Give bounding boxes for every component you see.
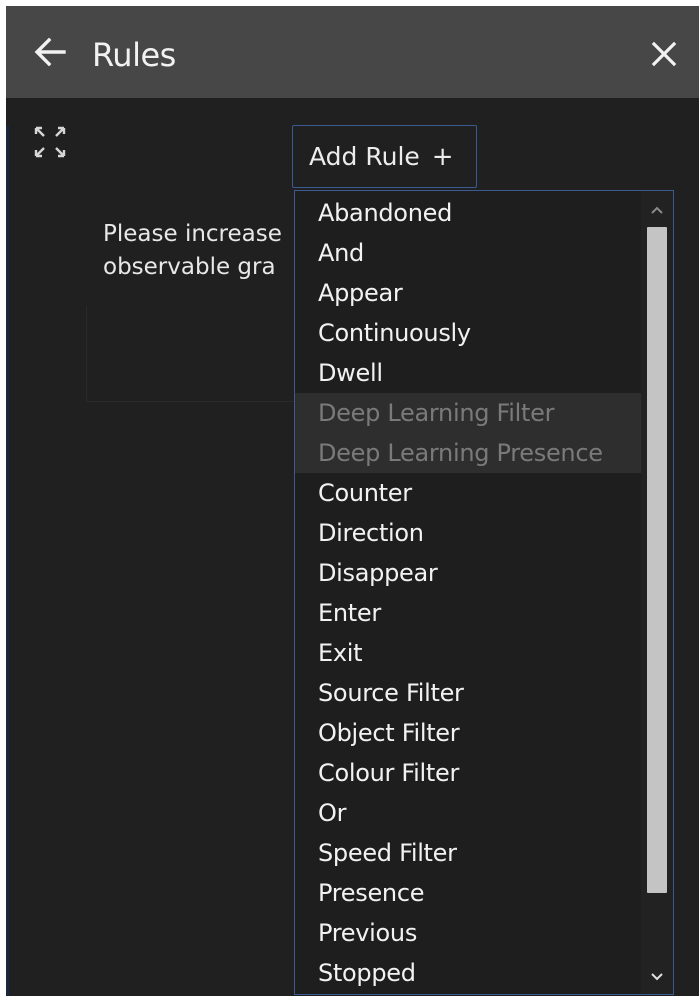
rule-option[interactable]: Abandoned: [295, 193, 641, 233]
arrow-left-icon: [34, 37, 66, 67]
panel-left-edge: [6, 126, 9, 996]
add-rule-button[interactable]: Add Rule +: [292, 125, 477, 188]
rule-option: Deep Learning Filter: [295, 393, 641, 433]
back-button[interactable]: [30, 32, 70, 72]
rule-option[interactable]: Counter: [295, 473, 641, 513]
rule-option[interactable]: Exit: [295, 633, 641, 673]
rule-option[interactable]: Object Filter: [295, 713, 641, 753]
info-message: Please increase observable gra: [103, 218, 313, 284]
close-icon: [651, 41, 677, 67]
rule-option[interactable]: Previous: [295, 913, 641, 953]
close-button[interactable]: [648, 38, 680, 70]
info-message-line-2: observable gra: [103, 254, 276, 280]
rule-option[interactable]: Presence: [295, 873, 641, 913]
plus-icon: +: [431, 141, 454, 172]
rule-option[interactable]: Speed Filter: [295, 833, 641, 873]
rule-type-dropdown[interactable]: Abandoned And Appear Continuously Dwell Deep …: [294, 190, 674, 995]
rule-option[interactable]: Dwell: [295, 353, 641, 393]
background-placeholder: [86, 306, 297, 402]
panel-header: Rules: [6, 6, 699, 98]
caret-down-icon: [651, 973, 663, 981]
add-rule-label: Add Rule: [309, 142, 420, 171]
rule-option[interactable]: And: [295, 233, 641, 273]
scroll-up-button[interactable]: [641, 195, 673, 225]
scrollbar-thumb[interactable]: [647, 227, 667, 893]
rule-option[interactable]: Direction: [295, 513, 641, 553]
expand-icon: [34, 126, 66, 158]
expand-button[interactable]: [32, 124, 68, 160]
rule-option[interactable]: Colour Filter: [295, 753, 641, 793]
rule-option[interactable]: Enter: [295, 593, 641, 633]
dropdown-scrollbar[interactable]: [641, 191, 673, 994]
rule-option[interactable]: Source Filter: [295, 673, 641, 713]
scroll-down-button[interactable]: [641, 962, 673, 992]
rule-option[interactable]: Or: [295, 793, 641, 833]
rules-panel: Rules Add Rule + Please increase observa…: [6, 6, 699, 996]
rule-option[interactable]: Continuously: [295, 313, 641, 353]
info-message-line-1: Please increase: [103, 221, 282, 247]
caret-up-icon: [651, 206, 663, 214]
rule-type-option-list: Abandoned And Appear Continuously Dwell Deep …: [295, 193, 641, 993]
panel-title: Rules: [92, 36, 176, 74]
rule-option[interactable]: Disappear: [295, 553, 641, 593]
rule-option[interactable]: Appear: [295, 273, 641, 313]
rule-option: Deep Learning Presence: [295, 433, 641, 473]
rule-option[interactable]: Stopped: [295, 953, 641, 993]
